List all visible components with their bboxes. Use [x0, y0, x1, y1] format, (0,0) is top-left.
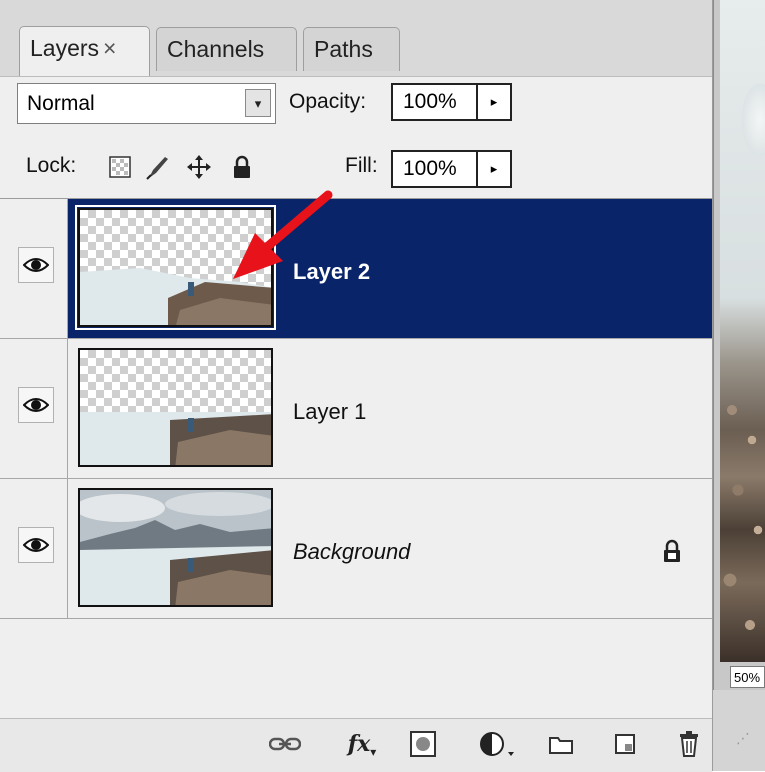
tab-paths[interactable]: Paths	[303, 27, 400, 71]
lock-label: Lock:	[26, 154, 77, 177]
panel-footer: fx ▾	[0, 718, 712, 772]
lock-icon	[662, 539, 682, 568]
tab-channels-label: Channels	[167, 36, 265, 62]
layer-row-background[interactable]: Background	[0, 479, 712, 619]
visibility-cell	[0, 199, 68, 338]
tab-layers[interactable]: Layers ×	[19, 26, 150, 76]
layer-name[interactable]: Layer 1	[293, 399, 366, 425]
document-image-rocks	[720, 380, 765, 662]
fill-field[interactable]: 100%	[391, 150, 478, 188]
blend-mode-value: Normal	[27, 92, 95, 115]
layer-list: Layer 2 Layer 1 Background	[0, 190, 712, 717]
opacity-label: Opacity:	[289, 90, 367, 113]
layers-panel: Layers × Channels Paths Normal ▾ Opacity:…	[0, 0, 713, 772]
eye-icon[interactable]	[18, 387, 54, 423]
fill-slider-arrow-icon[interactable]: ▸	[478, 150, 512, 188]
layer-thumbnail[interactable]	[78, 488, 273, 607]
annotation-arrow-icon	[233, 190, 333, 279]
layer-thumbnail[interactable]	[78, 348, 273, 467]
opacity-field[interactable]: 100%	[391, 83, 478, 121]
visibility-cell	[0, 479, 68, 618]
opacity-slider-arrow-icon[interactable]: ▸	[478, 83, 512, 121]
fill-label: Fill:	[345, 154, 378, 177]
adjustment-layer-icon[interactable]	[476, 727, 520, 761]
close-icon[interactable]: ×	[103, 35, 116, 61]
eye-icon[interactable]	[18, 247, 54, 283]
tab-paths-label: Paths	[314, 36, 373, 62]
layer-row-layer-2[interactable]: Layer 2	[0, 190, 712, 339]
layer-name[interactable]: Background	[293, 539, 410, 565]
visibility-cell	[0, 339, 68, 478]
chevron-down-icon[interactable]: ▾	[245, 89, 271, 117]
tab-layers-label: Layers	[30, 35, 100, 61]
lock-position-icon[interactable]	[186, 154, 212, 180]
tab-channels[interactable]: Channels	[156, 27, 297, 71]
fx-icon[interactable]: fx ▾	[340, 727, 384, 761]
new-layer-icon[interactable]	[608, 727, 642, 761]
resize-grip-icon[interactable]: ⋰	[736, 730, 760, 760]
document-window[interactable]	[712, 0, 765, 771]
layer-row-layer-1[interactable]: Layer 1	[0, 339, 712, 479]
lock-image-icon[interactable]	[145, 154, 171, 180]
fx-label: fx	[347, 731, 371, 757]
new-group-icon[interactable]	[544, 727, 578, 761]
link-layers-icon[interactable]	[268, 727, 302, 761]
lock-transparent-icon[interactable]	[107, 154, 133, 180]
delete-layer-icon[interactable]	[672, 727, 706, 761]
lock-all-icon[interactable]	[229, 154, 255, 180]
eye-icon[interactable]	[18, 527, 54, 563]
add-mask-icon[interactable]	[406, 727, 440, 761]
zoom-level-field[interactable]: 50%	[730, 666, 765, 688]
blend-mode-select[interactable]: Normal ▾	[17, 83, 276, 124]
panel-tab-strip: Layers × Channels Paths	[0, 0, 712, 77]
